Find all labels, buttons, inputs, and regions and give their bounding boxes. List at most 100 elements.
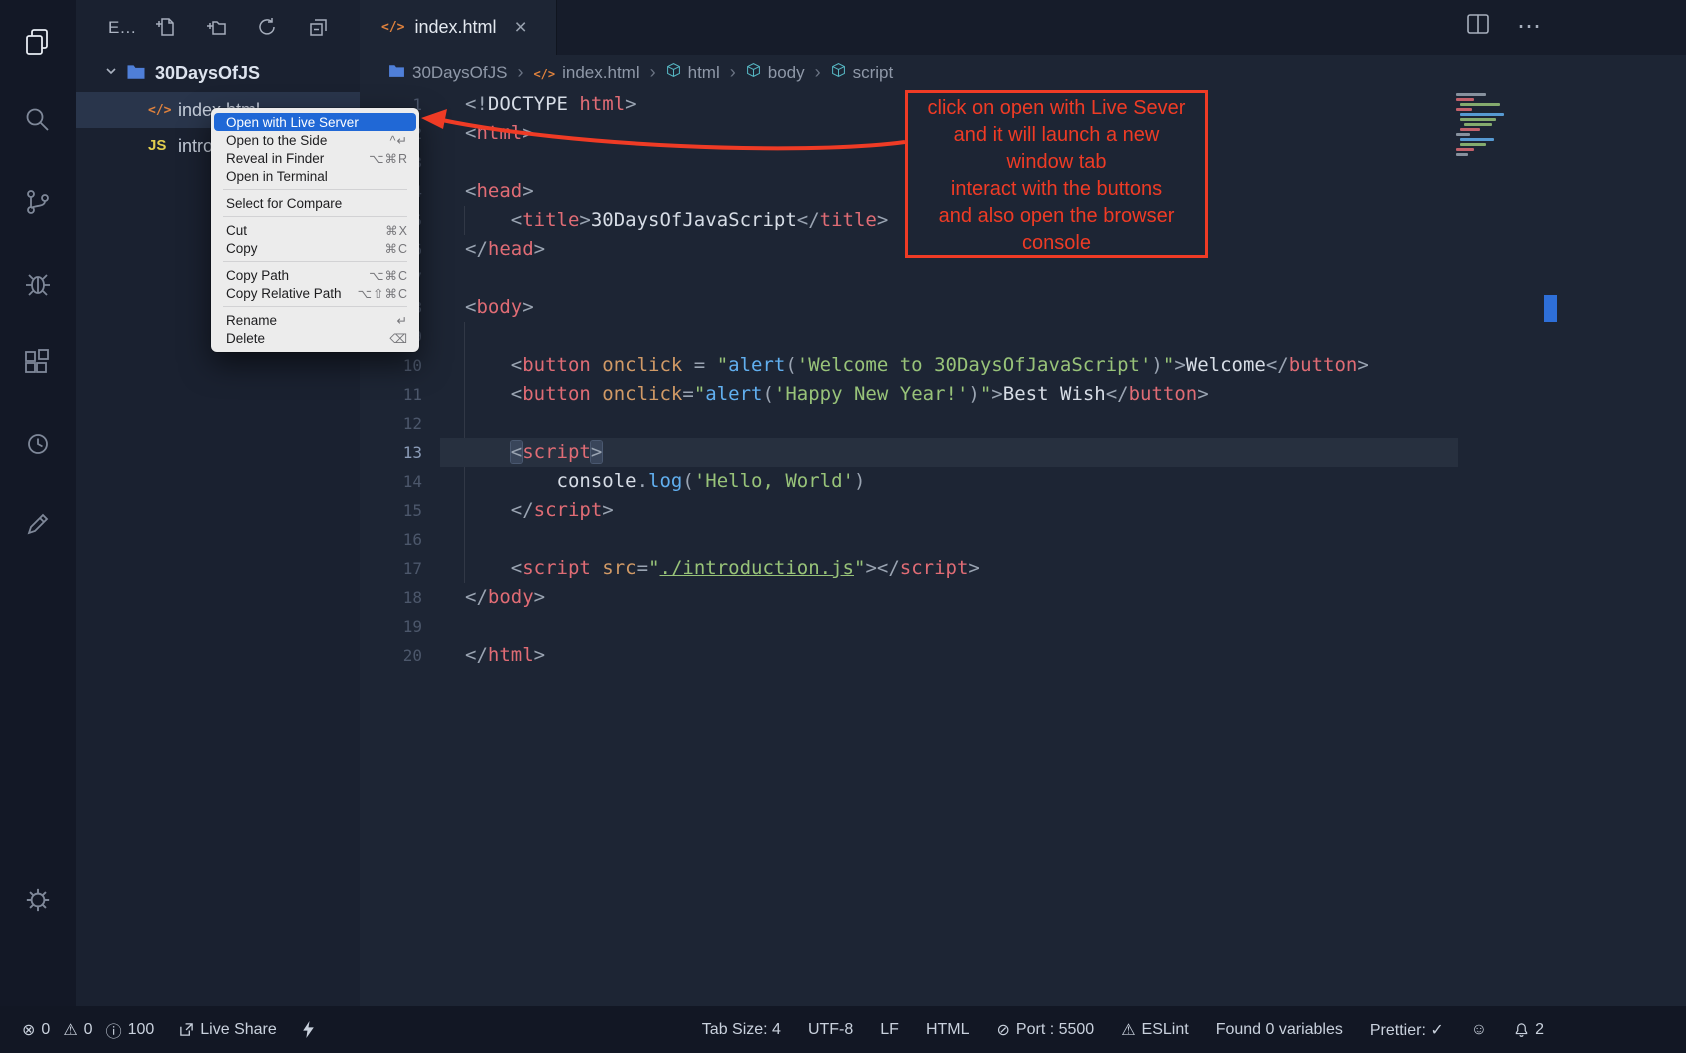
menu-item-copy-relative-path[interactable]: Copy Relative Path⌥⇧⌘C bbox=[214, 284, 416, 302]
breadcrumb-item-index-html[interactable]: </>index.html bbox=[533, 63, 639, 83]
error-icon: ⊗ bbox=[22, 1020, 35, 1040]
code-line-text: <body> bbox=[465, 293, 534, 322]
code-line-10[interactable]: 10 <button onclick = "alert('Welcome to … bbox=[360, 351, 1686, 380]
new-file-icon[interactable] bbox=[153, 15, 177, 39]
bolt-icon bbox=[302, 1021, 315, 1038]
line-number: 20 bbox=[360, 641, 422, 670]
split-editor-icon[interactable] bbox=[1465, 11, 1491, 42]
status-item-100[interactable]: ⓘ 100 bbox=[106, 1018, 155, 1042]
tab-bar: </> index.html × ⋯ bbox=[360, 0, 1686, 55]
history-icon[interactable] bbox=[0, 414, 76, 474]
status-bar-right: Tab Size: 4 UTF-8 LF HTML ⊘Port : 5500 ⚠ ESLin… bbox=[702, 1020, 1686, 1040]
breadcrumb-item-script[interactable]: script bbox=[831, 62, 894, 83]
code-line-9[interactable]: 9 bbox=[360, 322, 1686, 351]
code-line-11[interactable]: 11 <button onclick="alert('Happy New Yea… bbox=[360, 380, 1686, 409]
status-item-utf-8[interactable]: UTF-8 bbox=[808, 1021, 853, 1039]
line-number: 10 bbox=[360, 351, 422, 380]
line-number: 12 bbox=[360, 409, 422, 438]
status-item-eslint[interactable]: ⚠ ESLint bbox=[1121, 1020, 1188, 1040]
status-item-lf[interactable]: LF bbox=[880, 1021, 899, 1039]
menu-item-rename[interactable]: Rename↵ bbox=[214, 311, 416, 329]
context-menu: Open with Live ServerOpen to the Side^↵R… bbox=[211, 108, 419, 352]
folder-name: 30DaysOfJS bbox=[155, 63, 260, 84]
status-item-smiley[interactable]: ☺ bbox=[1471, 1021, 1487, 1039]
file-type-icon-html: </> bbox=[148, 101, 174, 119]
status-item-found-0-variables[interactable]: Found 0 variables bbox=[1216, 1021, 1343, 1039]
status-item-prettier[interactable]: Prettier: ✓ bbox=[1370, 1020, 1444, 1040]
menu-item-open-in-terminal[interactable]: Open in Terminal bbox=[214, 167, 416, 185]
line-number: 18 bbox=[360, 583, 422, 612]
code-line-7[interactable]: 7 bbox=[360, 264, 1686, 293]
more-actions-icon[interactable]: ⋯ bbox=[1517, 15, 1541, 39]
tab-index-html[interactable]: </> index.html × bbox=[360, 0, 557, 55]
status-item-0[interactable]: ⊗0 bbox=[22, 1020, 50, 1040]
code-line-16[interactable]: 16 bbox=[360, 525, 1686, 554]
explorer-icon[interactable] bbox=[0, 12, 76, 72]
html-file-icon: </> bbox=[381, 20, 404, 35]
chevron-down-icon bbox=[104, 64, 118, 83]
warning-icon: ⚠ bbox=[1121, 1020, 1135, 1040]
collapse-all-icon[interactable] bbox=[306, 15, 330, 39]
minimap-line bbox=[1456, 93, 1486, 96]
search-icon[interactable] bbox=[0, 91, 76, 151]
status-item-label: 100 bbox=[128, 1021, 155, 1039]
code-line-19[interactable]: 19 bbox=[360, 612, 1686, 641]
code-line-8[interactable]: 8<body> bbox=[360, 293, 1686, 322]
code-line-12[interactable]: 12 bbox=[360, 409, 1686, 438]
status-item-label: Found 0 variables bbox=[1216, 1021, 1343, 1039]
code-line-13[interactable]: 13 <script> bbox=[360, 438, 1686, 467]
status-item-0[interactable]: ⚠0 bbox=[63, 1020, 92, 1040]
line-number: 15 bbox=[360, 496, 422, 525]
menu-item-copy-path[interactable]: Copy Path⌥⌘C bbox=[214, 266, 416, 284]
status-item-live-share[interactable]: Live Share bbox=[179, 1021, 277, 1039]
menu-item-reveal-in-finder[interactable]: Reveal in Finder⌥⌘R bbox=[214, 149, 416, 167]
explorer-header: E… bbox=[76, 0, 360, 55]
code-line-15[interactable]: 15 </script> bbox=[360, 496, 1686, 525]
extensions-icon[interactable] bbox=[0, 333, 76, 393]
annotation-text-line: and it will launch a new bbox=[908, 122, 1205, 149]
code-line-14[interactable]: 14 console.log('Hello, World') bbox=[360, 467, 1686, 496]
cube-icon bbox=[746, 62, 761, 83]
status-item-2[interactable]: 2 bbox=[1514, 1021, 1544, 1039]
minimap-line bbox=[1460, 128, 1480, 131]
code-line-17[interactable]: 17 <script src="./introduction.js"></scr… bbox=[360, 554, 1686, 583]
run-debug-icon[interactable] bbox=[0, 253, 76, 313]
breadcrumb-item-30daysofjs[interactable]: 30DaysOfJS bbox=[388, 63, 507, 83]
menu-item-open-to-the-side[interactable]: Open to the Side^↵ bbox=[214, 131, 416, 149]
folder-row-30daysofjs[interactable]: 30DaysOfJS bbox=[76, 57, 360, 90]
menu-item-open-with-live-server[interactable]: Open with Live Server bbox=[214, 113, 416, 131]
breadcrumb-label: script bbox=[853, 63, 894, 83]
minimap-line bbox=[1460, 113, 1504, 116]
status-item-label: Port : 5500 bbox=[1016, 1021, 1094, 1039]
menu-separator bbox=[223, 189, 407, 190]
breadcrumb-label: 30DaysOfJS bbox=[412, 63, 507, 83]
breadcrumb-item-html[interactable]: html bbox=[666, 62, 720, 83]
status-item-label: Tab Size: 4 bbox=[702, 1021, 781, 1039]
menu-separator bbox=[223, 306, 407, 307]
settings-gear-icon[interactable] bbox=[0, 870, 76, 930]
menu-item-delete[interactable]: Delete⌫ bbox=[214, 329, 416, 347]
warning-icon: ⚠ bbox=[63, 1020, 77, 1040]
status-item-port-5500[interactable]: ⊘Port : 5500 bbox=[997, 1020, 1095, 1040]
code-line-18[interactable]: 18</body> bbox=[360, 583, 1686, 612]
menu-item-select-for-compare[interactable]: Select for Compare bbox=[214, 194, 416, 212]
new-folder-icon[interactable] bbox=[204, 15, 228, 39]
status-item-html[interactable]: HTML bbox=[926, 1021, 970, 1039]
tab-label: index.html bbox=[414, 17, 496, 38]
info-icon: ⓘ bbox=[106, 1018, 122, 1042]
status-item-tab-size-4[interactable]: Tab Size: 4 bbox=[702, 1021, 781, 1039]
refresh-icon[interactable] bbox=[255, 15, 279, 39]
line-number: 13 bbox=[360, 438, 422, 467]
breadcrumb-item-body[interactable]: body bbox=[746, 62, 805, 83]
source-control-icon[interactable] bbox=[0, 172, 76, 232]
menu-item-cut[interactable]: Cut⌘X bbox=[214, 221, 416, 239]
menu-item-copy[interactable]: Copy⌘C bbox=[214, 239, 416, 257]
minimap[interactable] bbox=[1456, 93, 1548, 158]
annotation-text-line: interact with the buttons bbox=[908, 176, 1205, 203]
minimap-line bbox=[1460, 103, 1500, 106]
code-line-20[interactable]: 20</html> bbox=[360, 641, 1686, 670]
close-icon[interactable]: × bbox=[515, 17, 527, 38]
status-item-label: ESLint bbox=[1142, 1021, 1189, 1039]
edit-icon[interactable] bbox=[0, 494, 76, 554]
status-item-bolt[interactable] bbox=[302, 1021, 315, 1038]
